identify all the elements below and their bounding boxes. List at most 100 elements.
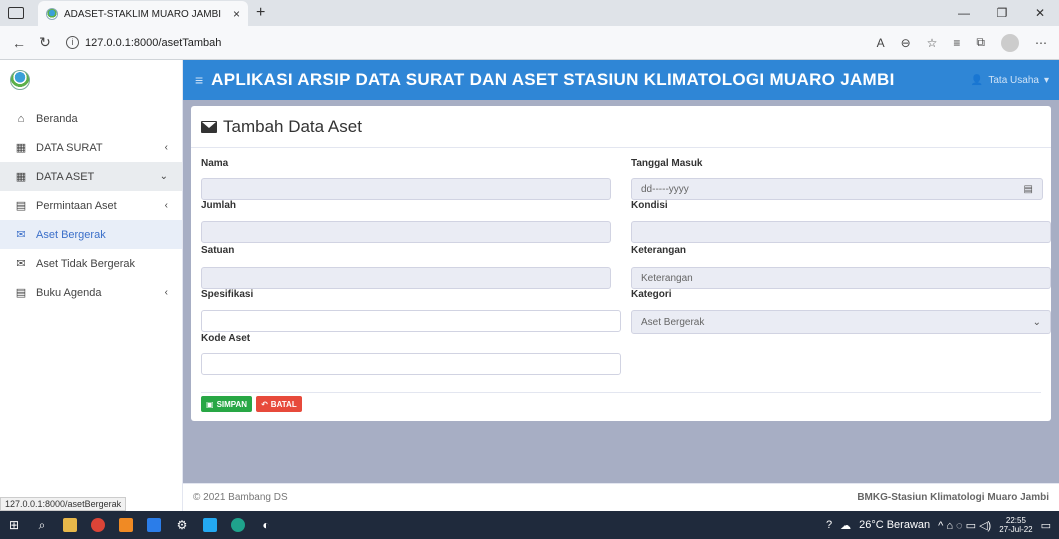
url-field[interactable]: i 127.0.0.1:8000/asetTambah xyxy=(66,36,877,49)
sidebar-item-label: Buku Agenda xyxy=(36,286,102,299)
envelope-icon: ✉ xyxy=(16,229,26,241)
zoom-icon[interactable]: ⊖ xyxy=(901,36,911,50)
user-icon: 👤 xyxy=(970,74,984,86)
vscode-icon[interactable] xyxy=(196,511,224,539)
chevron-down-icon: ⌄ xyxy=(159,171,168,182)
address-bar: ← ↻ i 127.0.0.1:8000/asetTambah A ⊖ ☆ ≡ … xyxy=(0,26,1059,60)
refresh-icon[interactable]: ↻ xyxy=(32,34,58,51)
help-icon[interactable]: ? xyxy=(826,519,832,531)
cancel-button[interactable]: ↶ BATAL xyxy=(256,396,302,412)
sidebar-item-aset-bergerak[interactable]: ✉ Aset Bergerak xyxy=(0,220,182,249)
more-icon[interactable]: ⋯ xyxy=(1035,36,1047,50)
windows-taskbar: ⊞ ⌕ ⚙ ◐ ? ☁ 26°C Berawan ^ ⌂ ◌ ▭ ◁) 22:5… xyxy=(0,511,1059,539)
nama-label: Nama xyxy=(201,158,229,169)
save-button[interactable]: ▣ SIMPAN xyxy=(201,396,253,412)
form-card: Tambah Data Aset Nama Jumlah Satuan Spes… xyxy=(191,106,1051,421)
notification-icon[interactable]: ▭ xyxy=(1041,519,1051,532)
link-status-bar: 127.0.0.1:8000/asetBergerak xyxy=(0,497,127,511)
app-topbar: ≡ APLIKASI ARSIP DATA SURAT DAN ASET STA… xyxy=(183,60,1059,100)
user-menu[interactable]: 👤 Tata Usaha ▾ xyxy=(971,60,1049,100)
start-icon[interactable]: ⊞ xyxy=(0,511,28,539)
database-icon: ▦ xyxy=(15,142,27,154)
book-icon: ▤ xyxy=(15,287,27,299)
back-icon[interactable]: ← xyxy=(6,35,32,51)
profile-avatar[interactable] xyxy=(1001,33,1019,52)
nama-input[interactable] xyxy=(201,178,611,200)
browser-tab-bar: ADASET-STAKLIM MUARO JAMBI × + — ❐ ✕ xyxy=(0,0,1059,27)
spesifikasi-label: Spesifikasi xyxy=(201,289,254,300)
date-placeholder: dd-----yyyy xyxy=(641,183,689,195)
sidebar-item-aset-tidak-bergerak[interactable]: ✉ Aset Tidak Bergerak xyxy=(0,249,182,278)
keterangan-group: Keterangan Keterangan xyxy=(631,245,1051,289)
satuan-label: Satuan xyxy=(201,245,235,256)
sidebar-item-beranda[interactable]: ⌂ Beranda xyxy=(0,104,182,133)
book-icon: ▤ xyxy=(15,200,27,212)
org-text: BMKG-Stasiun Klimatologi Muaro Jambi xyxy=(857,492,1049,503)
sidebar-item-label: Permintaan Aset xyxy=(36,199,117,212)
read-aloud-icon[interactable]: A xyxy=(877,36,885,50)
satuan-input[interactable] xyxy=(201,267,611,289)
kode-aset-input[interactable] xyxy=(201,353,621,375)
spesifikasi-input[interactable] xyxy=(201,310,621,332)
new-tab-button[interactable]: + xyxy=(256,4,265,22)
browser-tab[interactable]: ADASET-STAKLIM MUARO JAMBI × xyxy=(38,1,248,27)
menu-toggle-icon[interactable]: ≡ xyxy=(195,72,203,88)
sidebar-item-label: DATA SURAT xyxy=(36,141,103,154)
settings-icon[interactable]: ⚙ xyxy=(168,511,196,539)
kategori-label: Kategori xyxy=(631,289,672,300)
sidebar-item-buku-agenda[interactable]: ▤ Buku Agenda ‹ xyxy=(0,278,182,307)
weather-icon: ☁ xyxy=(840,519,852,532)
weather-text[interactable]: 26°C Berawan xyxy=(859,519,930,531)
tray-icons[interactable]: ^ ⌂ ◌ ▭ ◁) xyxy=(938,519,991,532)
site-info-icon[interactable]: i xyxy=(66,36,79,49)
tab-close-icon[interactable]: × xyxy=(233,7,240,21)
favorite-icon[interactable]: ☆ xyxy=(927,36,938,50)
clock[interactable]: 22:55 27-Jul-22 xyxy=(999,516,1032,534)
collections-icon[interactable]: ⧉ xyxy=(976,35,985,50)
file-explorer-icon[interactable] xyxy=(56,511,84,539)
close-window-icon[interactable]: ✕ xyxy=(1021,6,1059,20)
bmkg-logo-icon xyxy=(10,70,30,90)
undo-icon: ↶ xyxy=(261,399,268,409)
kategori-select[interactable]: Aset Bergerak ⌄ xyxy=(631,310,1051,334)
favorites-list-icon[interactable]: ≡ xyxy=(953,36,960,50)
calendar-icon[interactable]: ▤ xyxy=(1024,184,1033,195)
tab-actions-icon[interactable] xyxy=(8,7,24,19)
sidebar-item-permintaan-aset[interactable]: ▤ Permintaan Aset ‹ xyxy=(0,191,182,220)
time-text: 22:55 xyxy=(1005,516,1026,525)
kategori-selected: Aset Bergerak xyxy=(641,316,705,328)
app-footer: © 2021 Bambang DS BMKG-Stasiun Klimatolo… xyxy=(183,483,1059,511)
tab-title: ADASET-STAKLIM MUARO JAMBI xyxy=(64,8,222,20)
floppy-icon: ▣ xyxy=(206,399,214,409)
sidebar-item-data-aset[interactable]: ▦ DATA ASET ⌄ xyxy=(0,162,182,191)
search-icon[interactable]: ⌕ xyxy=(28,511,56,539)
kode-aset-group: Kode Aset xyxy=(201,333,621,375)
jumlah-input[interactable] xyxy=(201,221,611,243)
app-blue-icon[interactable] xyxy=(140,511,168,539)
sidebar: ⌂ Beranda ▦ DATA SURAT ‹ ▦ DATA ASET ⌄ ▤… xyxy=(0,60,183,511)
app-icon[interactable]: ◐ xyxy=(252,511,280,539)
keterangan-input[interactable]: Keterangan xyxy=(631,267,1051,289)
user-name: Tata Usaha xyxy=(988,74,1039,86)
caret-down-icon: ▾ xyxy=(1043,74,1049,86)
save-label: SIMPAN xyxy=(216,399,248,409)
kategori-group: Kategori Aset Bergerak ⌄ xyxy=(631,289,1053,334)
brand[interactable] xyxy=(0,60,182,100)
url-text[interactable]: 127.0.0.1:8000/asetTambah xyxy=(85,37,221,49)
app-orange-icon[interactable] xyxy=(112,511,140,539)
jumlah-label: Jumlah xyxy=(201,200,237,211)
restore-icon[interactable]: ❐ xyxy=(983,6,1021,20)
minimize-icon[interactable]: — xyxy=(945,6,983,20)
jumlah-group: Jumlah xyxy=(201,200,611,243)
app-title: APLIKASI ARSIP DATA SURAT DAN ASET STASI… xyxy=(211,70,895,89)
bmkg-favicon-icon xyxy=(46,8,58,20)
sidebar-item-data-surat[interactable]: ▦ DATA SURAT ‹ xyxy=(0,133,182,162)
address-bar-icons: A ⊖ ☆ ≡ ⧉ ⋯ xyxy=(877,33,1047,52)
form-actions: ▣ SIMPAN ↶ BATAL xyxy=(201,396,302,412)
kondisi-input[interactable] xyxy=(631,221,1051,243)
edge-icon[interactable] xyxy=(224,511,252,539)
chevron-left-icon: ‹ xyxy=(164,142,168,153)
system-tray: ? ☁ 26°C Berawan ^ ⌂ ◌ ▭ ◁) 22:55 27-Jul… xyxy=(826,511,1051,539)
tanggal-masuk-input[interactable]: dd-----yyyy ▤ xyxy=(631,178,1043,200)
chrome-icon[interactable] xyxy=(84,511,112,539)
